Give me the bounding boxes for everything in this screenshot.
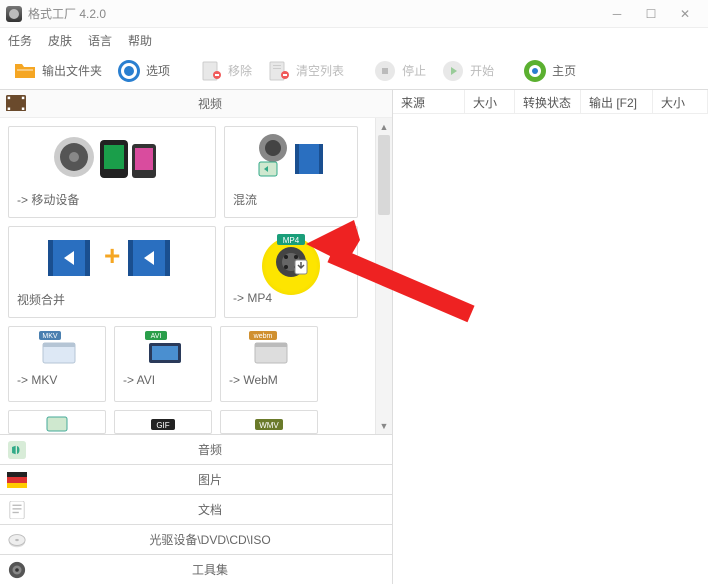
stub-icon-1 bbox=[9, 411, 105, 434]
tile-mux[interactable]: 混流 bbox=[224, 126, 358, 218]
svg-text:MP4: MP4 bbox=[283, 236, 300, 245]
stop-icon bbox=[372, 58, 398, 84]
category-doc[interactable]: 文档 bbox=[0, 494, 392, 524]
folder-icon bbox=[12, 58, 38, 84]
webm-icon: webm bbox=[221, 327, 317, 369]
col-size2[interactable]: 大小 bbox=[653, 90, 708, 113]
home-label: 主页 bbox=[552, 62, 576, 79]
tile-avi-label: -> AVI bbox=[115, 369, 211, 393]
video-tiles-area: -> 移动设备 混流 bbox=[0, 118, 392, 434]
tile-mobile-label: -> 移动设备 bbox=[9, 187, 215, 214]
tile-mkv[interactable]: MKV -> MKV bbox=[8, 326, 106, 402]
maximize-button[interactable]: ☐ bbox=[634, 3, 668, 25]
category-video-label: 视频 bbox=[34, 95, 386, 112]
workspace: 视频 -> 移动设备 bbox=[0, 90, 708, 584]
remove-icon bbox=[198, 58, 224, 84]
app-icon bbox=[6, 6, 22, 22]
start-icon bbox=[440, 58, 466, 84]
video-category-icon bbox=[6, 95, 26, 113]
svg-text:+: + bbox=[104, 240, 120, 271]
tile-stub-1[interactable] bbox=[8, 410, 106, 434]
stop-button[interactable]: 停止 bbox=[366, 56, 432, 86]
svg-text:MKV: MKV bbox=[42, 333, 58, 340]
start-button[interactable]: 开始 bbox=[434, 56, 500, 86]
menu-skin[interactable]: 皮肤 bbox=[48, 32, 72, 49]
col-status[interactable]: 转换状态 bbox=[515, 90, 581, 113]
category-disc-label: 光驱设备\DVD\CD\ISO bbox=[34, 531, 386, 548]
tile-mp4[interactable]: MP4 -> MP4 bbox=[224, 226, 358, 318]
tiles-scrollbar[interactable]: ▲ ▼ bbox=[375, 118, 392, 434]
category-header-video[interactable]: 视频 bbox=[0, 90, 392, 118]
home-icon bbox=[522, 58, 548, 84]
category-image-label: 图片 bbox=[34, 471, 386, 488]
avi-icon: AVI bbox=[115, 327, 211, 369]
category-image[interactable]: 图片 bbox=[0, 464, 392, 494]
clear-button[interactable]: 清空列表 bbox=[260, 56, 350, 86]
scroll-thumb[interactable] bbox=[378, 135, 390, 215]
gif-badge-icon: GIF bbox=[115, 411, 211, 434]
window-title: 格式工厂 4.2.0 bbox=[28, 5, 106, 22]
image-category-icon bbox=[6, 470, 28, 490]
mux-icon bbox=[225, 127, 357, 187]
tile-merge-label: 视频合并 bbox=[9, 287, 215, 314]
mobile-devices-icon bbox=[9, 127, 215, 187]
start-label: 开始 bbox=[470, 62, 494, 79]
options-icon bbox=[116, 58, 142, 84]
wmv-badge-icon: WMV bbox=[221, 411, 317, 434]
svg-text:webm: webm bbox=[253, 333, 273, 340]
col-size[interactable]: 大小 bbox=[465, 90, 515, 113]
category-toolkit-label: 工具集 bbox=[34, 561, 386, 578]
tile-mux-label: 混流 bbox=[225, 187, 357, 214]
home-button[interactable]: 主页 bbox=[516, 56, 582, 86]
menu-lang[interactable]: 语言 bbox=[88, 32, 112, 49]
clear-icon bbox=[266, 58, 292, 84]
right-panel: 来源 大小 转换状态 输出 [F2] 大小 bbox=[393, 90, 708, 584]
audio-category-icon bbox=[6, 440, 28, 460]
remove-label: 移除 bbox=[228, 62, 252, 79]
clear-label: 清空列表 bbox=[296, 62, 344, 79]
merge-icon: + bbox=[9, 227, 215, 287]
category-disc[interactable]: 光驱设备\DVD\CD\ISO bbox=[0, 524, 392, 554]
tile-mobile[interactable]: -> 移动设备 bbox=[8, 126, 216, 218]
mkv-icon: MKV bbox=[9, 327, 105, 369]
mp4-icon: MP4 bbox=[225, 227, 357, 287]
category-toolkit[interactable]: 工具集 bbox=[0, 554, 392, 584]
tile-mkv-label: -> MKV bbox=[9, 369, 105, 393]
tile-webm-label: -> WebM bbox=[221, 369, 317, 393]
left-panel: 视频 -> 移动设备 bbox=[0, 90, 393, 584]
options-label: 选项 bbox=[146, 62, 170, 79]
scroll-down-icon[interactable]: ▼ bbox=[376, 417, 392, 434]
minimize-button[interactable]: ─ bbox=[600, 3, 634, 25]
menu-tasks[interactable]: 任务 bbox=[8, 32, 32, 49]
menu-help[interactable]: 帮助 bbox=[128, 32, 152, 49]
tile-stub-3[interactable]: WMV bbox=[220, 410, 318, 434]
disc-category-icon bbox=[6, 530, 28, 550]
output-folder-button[interactable]: 输出文件夹 bbox=[6, 56, 108, 86]
tile-stub-2[interactable]: GIF bbox=[114, 410, 212, 434]
category-audio[interactable]: 音频 bbox=[0, 434, 392, 464]
options-button[interactable]: 选项 bbox=[110, 56, 176, 86]
output-folder-label: 输出文件夹 bbox=[42, 62, 102, 79]
list-header: 来源 大小 转换状态 输出 [F2] 大小 bbox=[393, 90, 708, 114]
remove-button[interactable]: 移除 bbox=[192, 56, 258, 86]
category-rows: 音频 图片 文档 光驱设备\DVD\CD\ISO 工具集 bbox=[0, 434, 392, 584]
scroll-up-icon[interactable]: ▲ bbox=[376, 118, 392, 135]
svg-text:AVI: AVI bbox=[151, 333, 162, 340]
stop-label: 停止 bbox=[402, 62, 426, 79]
col-output[interactable]: 输出 [F2] bbox=[581, 90, 653, 113]
toolbar: 输出文件夹 选项 移除 清空列表 停止 开始 主页 bbox=[0, 52, 708, 90]
titlebar: 格式工厂 4.2.0 ─ ☐ ✕ bbox=[0, 0, 708, 28]
svg-text:GIF: GIF bbox=[156, 421, 169, 430]
col-source[interactable]: 来源 bbox=[393, 90, 465, 113]
menubar: 任务 皮肤 语言 帮助 bbox=[0, 28, 708, 52]
category-audio-label: 音频 bbox=[34, 441, 386, 458]
category-doc-label: 文档 bbox=[34, 501, 386, 518]
svg-text:WMV: WMV bbox=[259, 421, 279, 430]
tile-webm[interactable]: webm -> WebM bbox=[220, 326, 318, 402]
toolkit-category-icon bbox=[6, 560, 28, 580]
tile-avi[interactable]: AVI -> AVI bbox=[114, 326, 212, 402]
close-button[interactable]: ✕ bbox=[668, 3, 702, 25]
doc-category-icon bbox=[6, 500, 28, 520]
tile-merge[interactable]: + 视频合并 bbox=[8, 226, 216, 318]
